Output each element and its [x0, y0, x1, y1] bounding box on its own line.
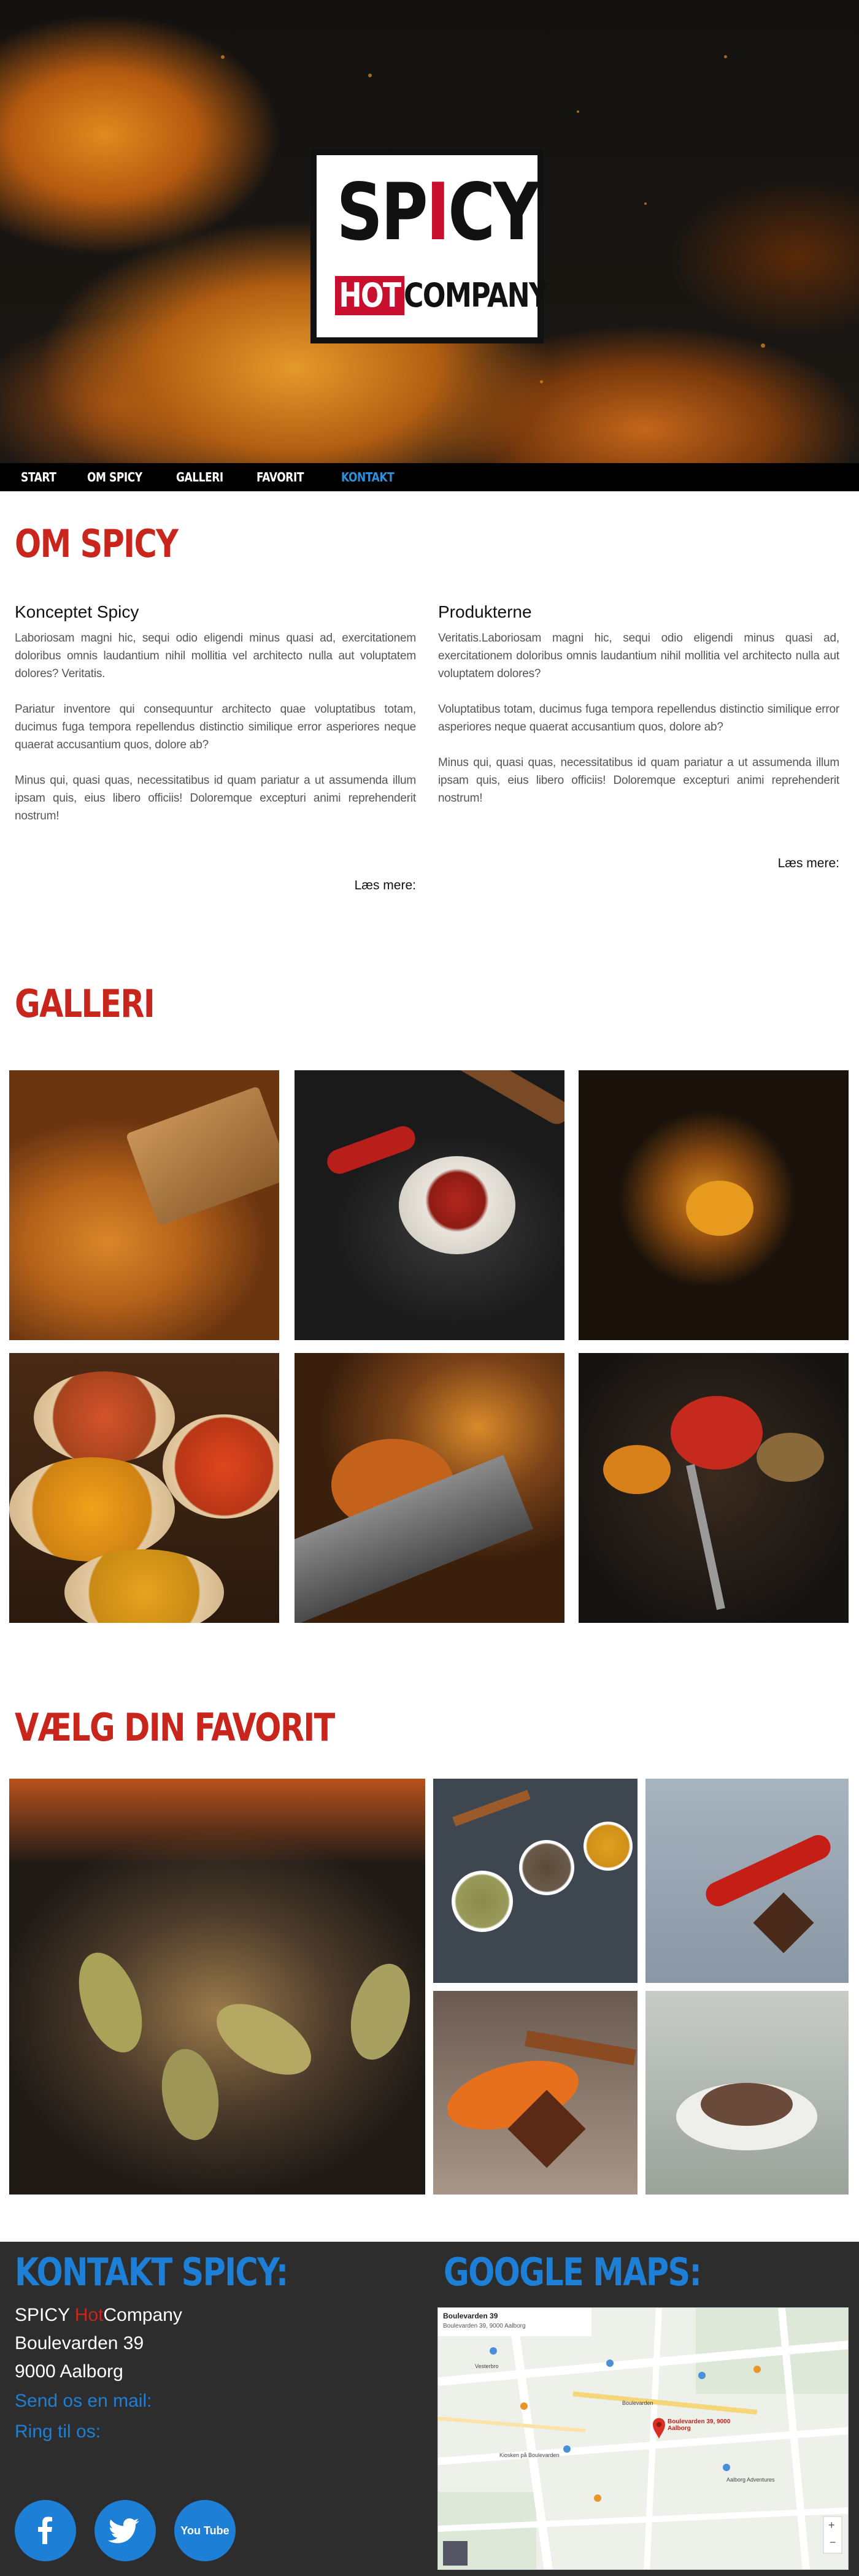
- gallery-image-turmeric-spoon[interactable]: [579, 1070, 849, 1340]
- youtube-label: You Tube: [180, 2524, 229, 2537]
- gallery-image-spice-scoop[interactable]: [9, 1070, 279, 1340]
- facebook-icon[interactable]: [15, 2500, 76, 2561]
- contact-title: KONTAKT SPICY:: [15, 2250, 288, 2294]
- map-pin-label: Boulevarden 39, 9000 Aalborg: [668, 2418, 731, 2432]
- gallery-image-spice-knife[interactable]: [295, 1353, 564, 1623]
- gallery-image-spoons-red-spice[interactable]: [579, 1353, 849, 1623]
- nav-item-favorit[interactable]: FAVORIT: [256, 470, 304, 485]
- logo-hot-label: HOT: [335, 276, 405, 315]
- hero-banner: SPICY HOT COMPANY: [0, 0, 859, 463]
- contact-city: 9000 Aalborg: [15, 2361, 123, 2382]
- favorit-title: VÆLG DIN FAVORIT: [15, 1705, 335, 1750]
- mail-link[interactable]: Send os en mail:: [15, 2391, 152, 2412]
- about-left-column: Konceptet Spicy Laboriosam magni hic, se…: [15, 602, 416, 843]
- about-left-paragraph: Pariatur inventore qui consequuntur arch…: [15, 703, 416, 751]
- map-address-title: Boulevarden 39: [443, 2312, 498, 2320]
- maps-title: GOOGLE MAPS:: [444, 2250, 702, 2294]
- about-right-heading: Produkterne: [438, 602, 532, 621]
- youtube-icon[interactable]: You Tube: [174, 2500, 236, 2561]
- map-place-label: Kiosken på Boulevarden: [499, 2452, 560, 2458]
- phone-link[interactable]: Ring til os:: [15, 2421, 101, 2442]
- map-street-label: Boulevarden: [622, 2400, 653, 2406]
- favorit-image-seeds-cardamom[interactable]: [9, 1779, 425, 2195]
- about-title: OM SPICY: [15, 521, 179, 566]
- about-left-heading: Konceptet Spicy: [15, 602, 139, 621]
- about-right-column: Produkterne Veritatis.Laboriosam magni h…: [438, 602, 839, 825]
- map-street-label: Vesterbro: [475, 2363, 499, 2369]
- nav-item-start[interactable]: START: [21, 470, 56, 485]
- nav-item-kontakt[interactable]: KONTAKT: [341, 470, 395, 485]
- gallery-title: GALLERI: [15, 981, 155, 1026]
- favorit-image-orange-cinnamon[interactable]: [433, 1991, 638, 2195]
- logo-company-label: COMPANY: [403, 276, 549, 315]
- twitter-icon[interactable]: [94, 2500, 156, 2561]
- gallery-image-mortar-chili[interactable]: [295, 1070, 564, 1340]
- logo-wordmark: SPICY: [336, 167, 539, 258]
- about-right-paragraph: Veritatis.Laboriosam magni hic, sequi od…: [438, 632, 839, 680]
- about-right-paragraph: Minus qui, quasi quas, necessitatibus id…: [438, 756, 839, 805]
- about-right-paragraph: Voluptatibus totam, ducimus fuga tempora…: [438, 703, 839, 734]
- map-zoom-out-button[interactable]: −: [830, 2536, 836, 2549]
- map-address-sub: Boulevarden 39, 9000 Aalborg: [443, 2323, 526, 2329]
- contact-street: Boulevarden 39: [15, 2333, 144, 2353]
- nav-item-om-spicy[interactable]: OM SPICY: [87, 470, 142, 485]
- favorit-image-chili-star-anise[interactable]: [645, 1779, 849, 1983]
- nav-item-galleri[interactable]: GALLERI: [176, 470, 223, 485]
- map-place-label: Aalborg Adventures: [726, 2477, 775, 2483]
- google-map[interactable]: Boulevarden 39 Boulevarden 39, 9000 Aalb…: [437, 2307, 849, 2570]
- contact-brand: SPICY HotCompany: [15, 2305, 182, 2325]
- map-zoom-in-button[interactable]: +: [828, 2519, 835, 2532]
- logo[interactable]: SPICY HOT COMPANY: [310, 149, 549, 343]
- favorit-image-spice-dishes[interactable]: [433, 1779, 638, 1983]
- gallery-image-spice-bowls[interactable]: [9, 1353, 279, 1623]
- main-nav: START OM SPICY GALLERI FAVORIT KONTAKT: [0, 463, 859, 491]
- read-more-link[interactable]: Læs mere:: [438, 856, 839, 871]
- favorit-image-allspice-bowl[interactable]: [645, 1991, 849, 2195]
- about-left-paragraph: Laboriosam magni hic, sequi odio eligend…: [15, 632, 416, 680]
- about-left-paragraph: Minus qui, quasi quas, necessitatibus id…: [15, 774, 416, 822]
- read-more-link[interactable]: Læs mere:: [15, 878, 416, 893]
